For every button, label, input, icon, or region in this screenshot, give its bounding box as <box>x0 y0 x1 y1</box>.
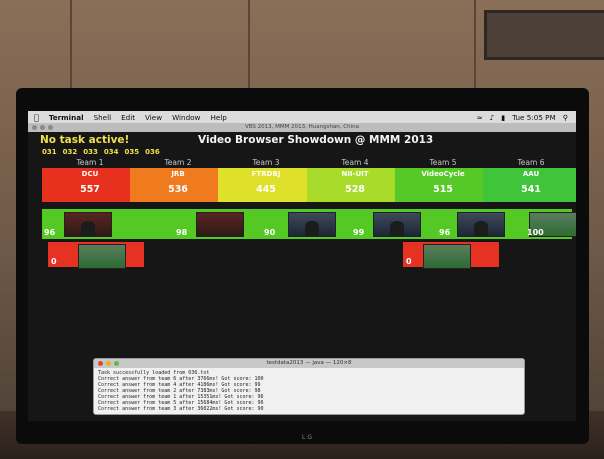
menu-edit[interactable]: Edit <box>121 113 135 122</box>
mac-menubar:  Terminal Shell Edit View Window Help ≈… <box>28 111 576 123</box>
submission-score: 99 <box>353 228 365 237</box>
wrong-submission-cell[interactable]: 0 <box>403 242 499 269</box>
page-title: Video Browser Showdown @ MMM 2013 <box>198 134 434 146</box>
monitor-brand: LG <box>302 434 314 441</box>
team-score: 528 <box>345 184 365 195</box>
submission-row: 96 98 90 99 96 100 <box>42 209 576 239</box>
team-score: 541 <box>521 184 541 195</box>
submission-cell[interactable]: 98 <box>130 209 244 239</box>
wifi-icon[interactable]: ≈ <box>477 113 483 122</box>
photo-scene: LG  Terminal Shell Edit View Window Hel… <box>0 0 604 459</box>
menu-help[interactable]: Help <box>210 113 226 122</box>
window-titlebar: VBS 2013, MMM 2013, Huangshan, China <box>28 123 576 132</box>
team-score-card: JRB 536 <box>130 168 226 202</box>
submission-cell[interactable]: 99 <box>307 209 421 239</box>
team-score: 557 <box>80 184 100 195</box>
team-label: Team 5 <box>429 158 457 167</box>
keyframe-thumbnail <box>423 244 471 269</box>
task-id: 035 <box>124 148 140 156</box>
team-name: FTRDBJ <box>251 170 281 178</box>
screen:  Terminal Shell Edit View Window Help ≈… <box>28 111 576 421</box>
close-button[interactable] <box>32 125 37 130</box>
terminal-title-text: testdata2013 — java — 120×8 <box>266 360 352 366</box>
team-score-card: DCU 557 <box>42 168 138 202</box>
clock[interactable]: Tue 5:05 PM <box>512 113 556 122</box>
team-label: Team 6 <box>517 158 545 167</box>
task-id: 034 <box>103 148 119 156</box>
team-label: Team 2 <box>164 158 192 167</box>
menu-view[interactable]: View <box>145 113 162 122</box>
submission-score: 98 <box>176 228 188 237</box>
team-score-card: VideoCycle 515 <box>395 168 491 202</box>
wall-seam <box>248 0 250 90</box>
task-id: 033 <box>83 148 98 156</box>
apple-logo-icon[interactable]:  <box>34 113 39 122</box>
team-name: VideoCycle <box>421 170 465 178</box>
submission-score: 100 <box>527 228 544 237</box>
task-id: 032 <box>62 148 78 156</box>
keyframe-thumbnail <box>78 244 126 269</box>
minimize-button[interactable] <box>40 125 45 130</box>
team-score-card: FTRDBJ 445 <box>218 168 314 202</box>
submission-score: 96 <box>439 228 451 237</box>
menu-window[interactable]: Window <box>172 113 200 122</box>
wall-seam <box>70 0 72 90</box>
team-score: 445 <box>256 184 276 195</box>
team-label: Team 1 <box>76 158 104 167</box>
terminal-line: Correct answer from team 3 after 36022ms… <box>98 406 264 412</box>
team-score-card: AAU 541 <box>483 168 576 202</box>
team-name: AAU <box>522 170 540 178</box>
minimize-button[interactable] <box>106 361 111 366</box>
volume-icon[interactable]: ♪ <box>490 113 495 122</box>
terminal-title: testdata2013 — java — 120×8 <box>94 359 524 368</box>
team-name: JRB <box>171 170 185 178</box>
close-button[interactable] <box>98 361 103 366</box>
zoom-button[interactable] <box>114 361 119 366</box>
submission-score: 90 <box>264 228 276 237</box>
wrong-submission-cell[interactable]: 0 <box>48 242 144 269</box>
window-controls <box>32 125 53 130</box>
submission-cell[interactable]: 90 <box>218 209 336 239</box>
task-list: 031 032 033 034 035 036 <box>42 148 160 156</box>
submission-cell[interactable]: 96 <box>42 209 138 239</box>
team-score-card: NII-UIT 528 <box>307 168 403 202</box>
submission-cell[interactable]: 96 <box>395 209 505 239</box>
battery-icon[interactable]: ▮ <box>501 113 505 122</box>
team-score: 536 <box>168 184 188 195</box>
team-score: 515 <box>433 184 453 195</box>
team-name: NII-UIT <box>341 170 369 178</box>
search-icon[interactable]: ⚲ <box>563 113 568 122</box>
submission-score: 0 <box>51 257 57 266</box>
team-label: Team 4 <box>341 158 369 167</box>
menu-app-name[interactable]: Terminal <box>49 113 84 122</box>
terminal-controls <box>98 361 119 366</box>
task-id: 036 <box>145 148 160 156</box>
task-status: No task active! <box>40 134 130 146</box>
submission-cell[interactable]: 100 <box>483 209 576 239</box>
submission-score: 96 <box>44 228 56 237</box>
scoreboard: No task active! Video Browser Showdown @… <box>28 132 576 421</box>
status-area: ≈ ♪ ▮ Tue 5:05 PM ⚲ <box>477 113 576 122</box>
terminal-window[interactable]: testdata2013 — java — 120×8 Task success… <box>93 358 525 415</box>
terminal-output: Task successfully loaded from 036.txt Co… <box>94 368 524 414</box>
team-label: Team 3 <box>252 158 280 167</box>
keyframe-thumbnail <box>64 212 112 237</box>
task-id: 031 <box>42 148 57 156</box>
team-name: DCU <box>81 170 99 178</box>
wall-seam <box>474 0 476 90</box>
wall-picture-frame <box>484 10 604 60</box>
zoom-button[interactable] <box>48 125 53 130</box>
menu-shell[interactable]: Shell <box>94 113 112 122</box>
submission-score: 0 <box>406 257 412 266</box>
